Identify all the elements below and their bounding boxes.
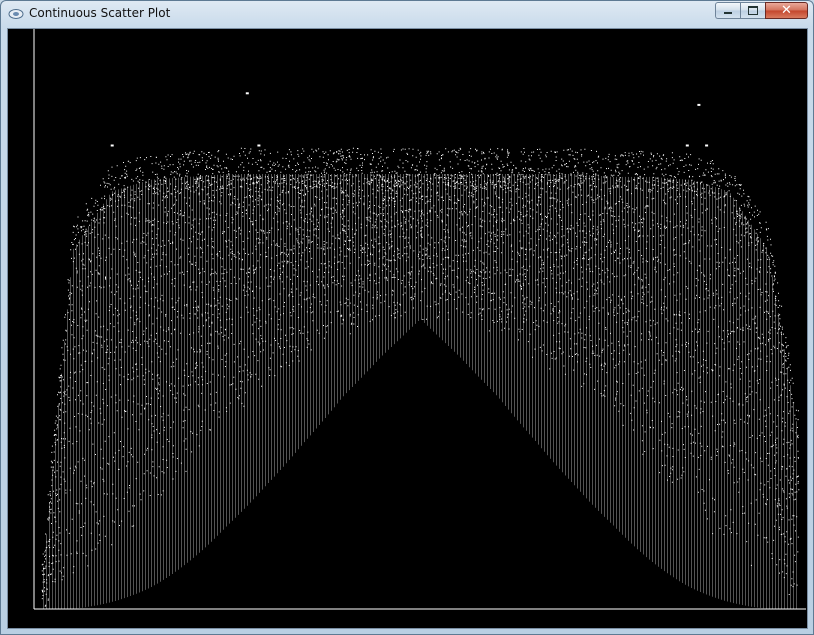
window-controls: ✕ bbox=[715, 2, 808, 20]
outlier-point bbox=[697, 103, 701, 106]
minimize-icon bbox=[724, 12, 732, 14]
outlier-point bbox=[245, 92, 249, 95]
close-button[interactable]: ✕ bbox=[765, 2, 808, 19]
point-columns bbox=[43, 174, 797, 609]
app-icon[interactable] bbox=[8, 8, 24, 20]
scatter-plot bbox=[33, 29, 806, 610]
app-window: Continuous Scatter Plot ✕ bbox=[0, 0, 814, 635]
title-bar[interactable]: Continuous Scatter Plot ✕ bbox=[1, 1, 813, 27]
outlier-point bbox=[685, 144, 689, 147]
outlier-point bbox=[110, 144, 114, 147]
window-title: Continuous Scatter Plot bbox=[29, 6, 171, 20]
minimize-button[interactable] bbox=[715, 2, 740, 19]
maximize-button[interactable] bbox=[740, 2, 765, 19]
outlier-point bbox=[705, 144, 709, 147]
scatter-points bbox=[41, 92, 800, 609]
close-icon: ✕ bbox=[781, 3, 792, 18]
outlier-point bbox=[257, 144, 261, 147]
maximize-icon bbox=[748, 6, 758, 15]
plot-area[interactable] bbox=[7, 28, 808, 629]
